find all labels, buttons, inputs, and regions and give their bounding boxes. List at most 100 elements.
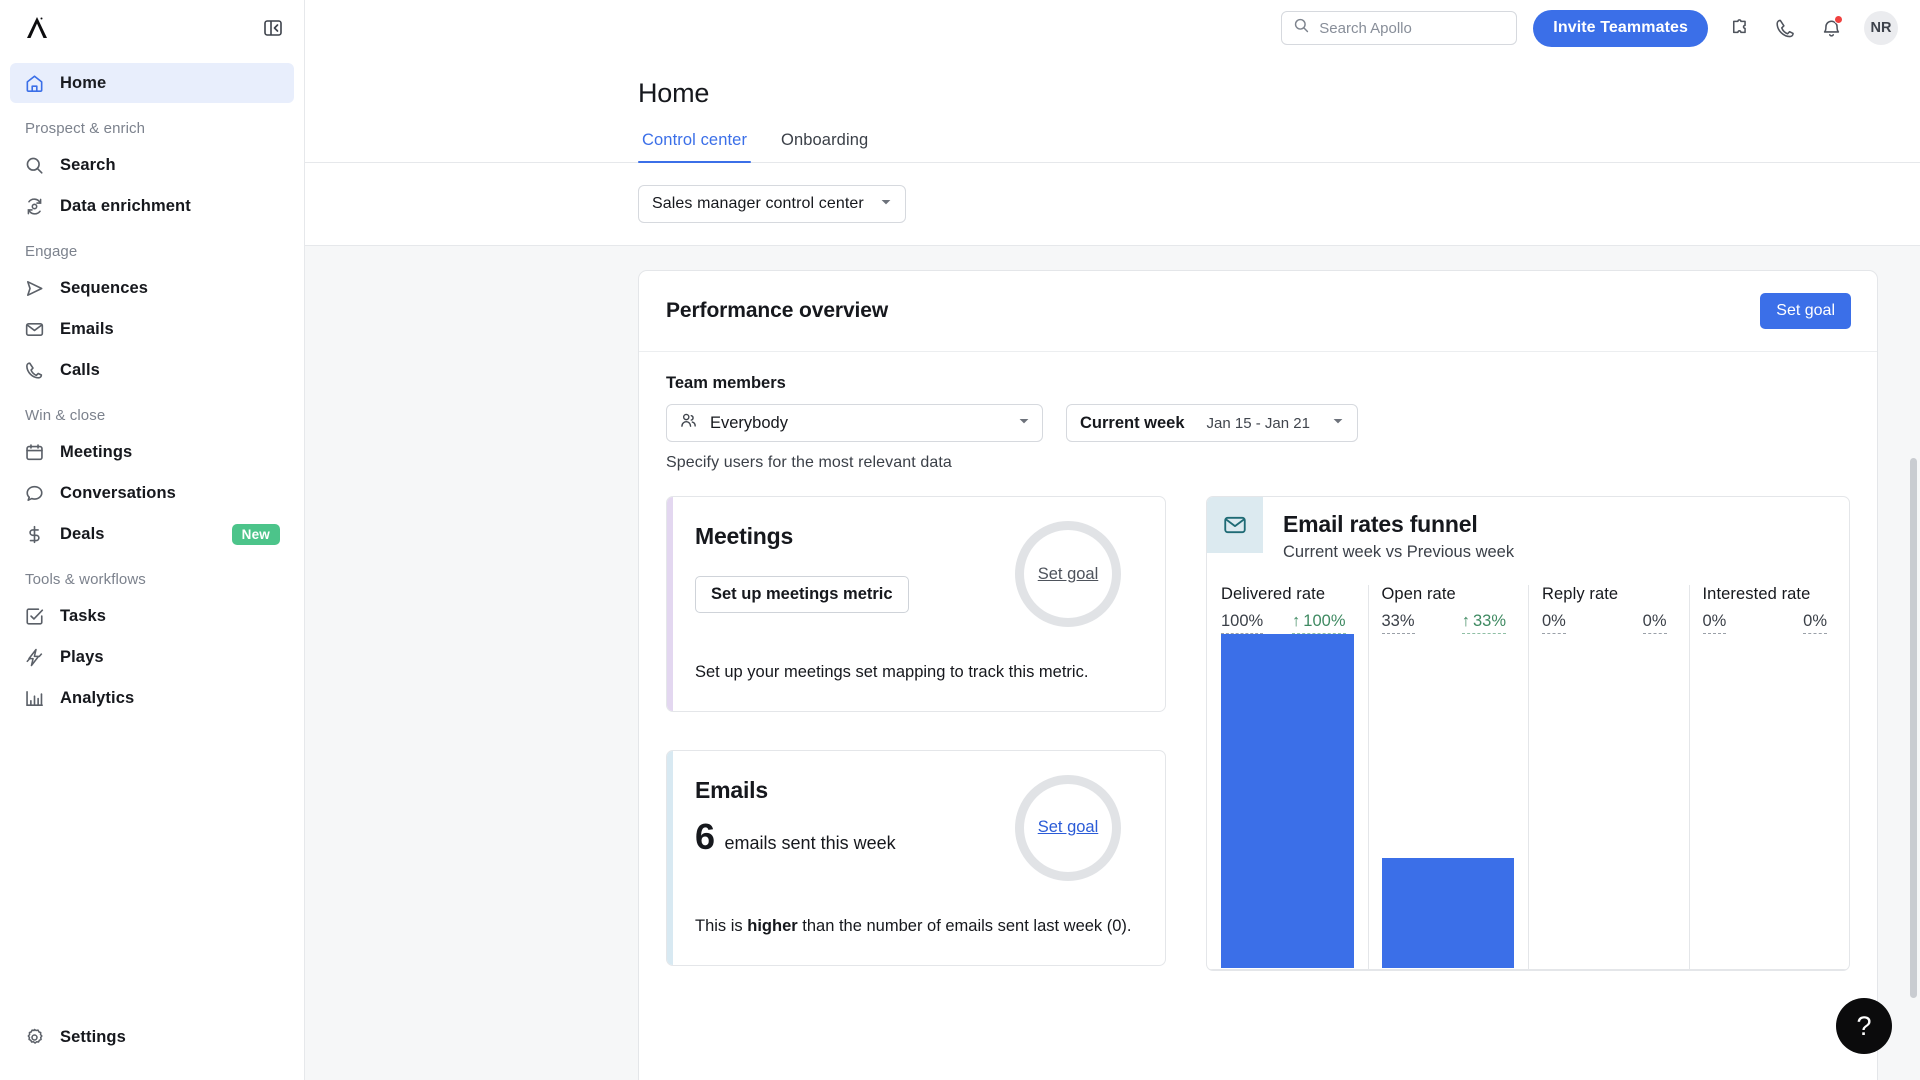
- app-root: Home Prospect & enrich Search Data enric…: [0, 0, 1920, 1080]
- funnel-header: Email rates funnel Current week vs Previ…: [1207, 497, 1849, 562]
- funnel-chart: Delivered rate 100% ↑ 100% Open rate 33%…: [1207, 585, 1849, 970]
- emails-card-note: This is higher than the number of emails…: [695, 915, 1139, 939]
- sidebar-item-label: Plays: [60, 647, 104, 666]
- sidebar-item-search[interactable]: Search: [10, 145, 294, 185]
- sidebar-item-settings[interactable]: Settings: [10, 1017, 294, 1057]
- sidebar-item-label: Analytics: [60, 688, 135, 707]
- avatar[interactable]: NR: [1864, 11, 1898, 45]
- email-rates-funnel-card: Email rates funnel Current week vs Previ…: [1206, 496, 1850, 971]
- emails-card-header: Emails 6 emails sent this week Set goal: [695, 774, 1139, 881]
- tab-onboarding[interactable]: Onboarding: [777, 131, 872, 162]
- dollar-icon: [24, 524, 45, 545]
- funnel-value[interactable]: 100%: [1221, 612, 1264, 634]
- sidebar-item-label: Data enrichment: [60, 196, 191, 215]
- sidebar-item-analytics[interactable]: Analytics: [10, 678, 294, 718]
- date-range-value: Jan 15 - Jan 21: [1206, 414, 1310, 432]
- funnel-column-delivered-rate: Delivered rate 100% ↑ 100%: [1207, 585, 1368, 970]
- sidebar-item-emails[interactable]: Emails: [10, 309, 294, 349]
- control-center-select-value: Sales manager control center: [652, 195, 864, 212]
- sidebar-item-plays[interactable]: Plays: [10, 637, 294, 677]
- sidebar-item-conversations[interactable]: Conversations: [10, 473, 294, 513]
- sidebar-footer: Settings: [0, 1016, 304, 1080]
- funnel-value[interactable]: 0%: [1542, 612, 1566, 634]
- tab-control-center[interactable]: Control center: [638, 131, 752, 163]
- sidebar-group-label: Tools & workflows: [25, 571, 146, 588]
- tab-bar: Control center Onboarding: [305, 131, 1920, 163]
- chevron-down-icon: [1332, 414, 1344, 432]
- filters-row: Everybody Current week Jan 15 - Jan 21: [666, 404, 1850, 442]
- apollo-logo-icon[interactable]: [22, 13, 52, 43]
- vertical-scrollbar[interactable]: [1910, 458, 1917, 998]
- funnel-column-reply-rate: Reply rate 0% 0%: [1528, 585, 1689, 970]
- sidebar-item-sequences[interactable]: Sequences: [10, 268, 294, 308]
- funnel-bar: [1381, 857, 1514, 968]
- sidebar-group-label: Prospect & enrich: [25, 120, 146, 137]
- phone-icon[interactable]: [1770, 13, 1800, 43]
- panel-collapse-icon[interactable]: [260, 15, 286, 41]
- funnel-column-label: Open rate: [1381, 585, 1456, 603]
- sidebar-item-label: Emails: [60, 319, 114, 338]
- help-button[interactable]: ?: [1836, 998, 1892, 1054]
- date-range-select[interactable]: Current week Jan 15 - Jan 21: [1066, 404, 1358, 442]
- emails-count-row: 6 emails sent this week: [695, 816, 896, 858]
- sidebar-item-label: Settings: [60, 1027, 126, 1046]
- bell-icon[interactable]: [1816, 13, 1846, 43]
- funnel-value[interactable]: 0%: [1702, 612, 1727, 634]
- emails-note-suffix: than the number of emails sent last week…: [797, 916, 1132, 935]
- set-goal-button[interactable]: Set goal: [1760, 293, 1851, 329]
- sidebar-item-label: Search: [60, 155, 116, 174]
- search-icon: [24, 155, 45, 176]
- sidebar-item-deals[interactable]: Deals New: [10, 514, 294, 554]
- funnel-value[interactable]: 33%: [1381, 612, 1415, 634]
- performance-overview-body: Team members Everybody Current week Jan …: [639, 352, 1877, 971]
- performance-overview-header: Performance overview Set goal: [639, 271, 1877, 352]
- meetings-set-goal-link[interactable]: Set goal: [1038, 565, 1099, 584]
- search-input[interactable]: Search Apollo: [1281, 11, 1518, 45]
- funnel-delta[interactable]: 0%: [1803, 612, 1827, 634]
- team-members-select[interactable]: Everybody: [666, 404, 1043, 442]
- team-members-label: Team members: [666, 374, 786, 392]
- sidebar-item-calls[interactable]: Calls: [10, 350, 294, 390]
- arrow-up-icon: ↑: [1461, 612, 1470, 630]
- topbar: Search Apollo Invite Teammates NR: [305, 0, 1920, 56]
- funnel-column-label: Reply rate: [1542, 585, 1619, 603]
- sidebar-item-tasks[interactable]: Tasks: [10, 596, 294, 636]
- sidebar-item-data-enrichment[interactable]: Data enrichment: [10, 186, 294, 226]
- funnel-column-values: 0% 0%: [1542, 612, 1689, 634]
- funnel-column-label: Interested rate: [1702, 585, 1811, 603]
- puzzle-piece-icon[interactable]: [1724, 13, 1754, 43]
- sidebar-item-meetings[interactable]: Meetings: [10, 432, 294, 472]
- funnel-delta[interactable]: ↑ 100%: [1292, 612, 1346, 634]
- team-members-value: Everybody: [710, 413, 788, 432]
- send-icon: [24, 278, 45, 299]
- funnel-column-label: Delivered rate: [1221, 585, 1326, 603]
- funnel-delta[interactable]: ↑ 33%: [1461, 612, 1506, 634]
- set-up-meetings-metric-button[interactable]: Set up meetings metric: [695, 576, 909, 613]
- envelope-icon: [1207, 497, 1263, 553]
- metric-cards-row: Meetings Set up meetings metric Set goal…: [666, 496, 1850, 971]
- funnel-bar: [1221, 634, 1354, 968]
- chevron-down-icon: [880, 195, 892, 213]
- meetings-card-note: Set up your meetings set mapping to trac…: [695, 663, 1089, 681]
- emails-set-goal-link[interactable]: Set goal: [1038, 818, 1099, 837]
- meetings-card-title: Meetings: [695, 523, 794, 549]
- sidebar-group-label: Engage: [25, 243, 78, 260]
- sidebar: Home Prospect & enrich Search Data enric…: [0, 0, 305, 1080]
- control-center-select[interactable]: Sales manager control center: [638, 185, 906, 223]
- chevron-down-icon: [1018, 414, 1030, 432]
- page-header: Home Control center Onboarding: [305, 56, 1920, 163]
- sidebar-item-label: Deals: [60, 524, 105, 543]
- sidebar-header: [0, 0, 304, 56]
- search-placeholder: Search Apollo: [1319, 19, 1412, 37]
- lightning-icon: [24, 647, 45, 668]
- meetings-metric-card: Meetings Set up meetings metric Set goal…: [666, 496, 1166, 712]
- gear-icon: [24, 1027, 45, 1048]
- funnel-column-values: 100% ↑ 100%: [1221, 612, 1368, 634]
- sidebar-item-home[interactable]: Home: [10, 63, 294, 103]
- emails-card-title: Emails: [695, 776, 768, 803]
- funnel-titles: Email rates funnel Current week vs Previ…: [1263, 497, 1514, 562]
- funnel-delta[interactable]: 0%: [1642, 612, 1667, 634]
- invite-teammates-button[interactable]: Invite Teammates: [1533, 9, 1708, 47]
- funnel-bar-wrap: [1703, 634, 1850, 970]
- checkbox-icon: [24, 606, 45, 627]
